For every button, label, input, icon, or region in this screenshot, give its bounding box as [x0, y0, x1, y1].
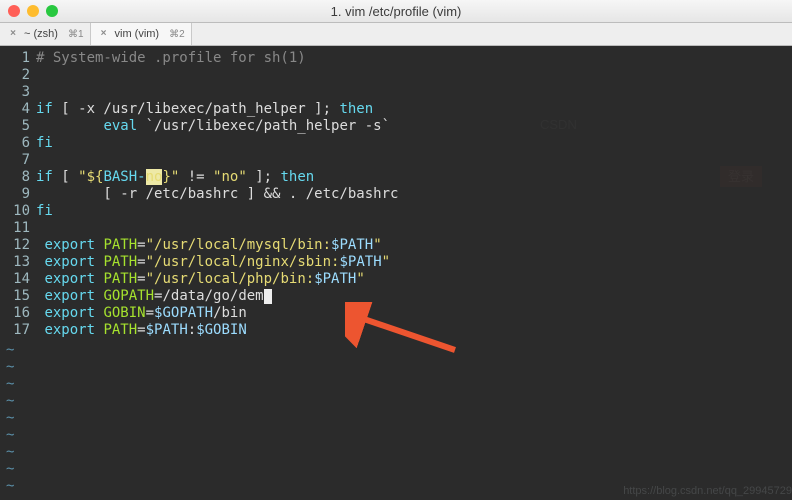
code-text: export PATH="/usr/local/mysql/bin:$PATH" — [36, 237, 382, 254]
empty-line-tilde: ~ — [0, 393, 36, 410]
tab-zsh[interactable]: × ~ (zsh) ⌘1 — [0, 23, 91, 45]
code-line: 17 export PATH=$PATH:$GOBIN — [0, 322, 398, 339]
empty-line-tilde: ~ — [0, 444, 36, 461]
code-line: 12 export PATH="/usr/local/mysql/bin:$PA… — [0, 237, 398, 254]
code-text: export GOPATH=/data/go/dem — [36, 288, 272, 305]
tab-label: ~ (zsh) — [24, 28, 58, 40]
empty-line-tilde: ~ — [0, 376, 36, 393]
code-line: 8if [ "${BASH-no}" != "no" ]; then — [0, 169, 398, 186]
tab-vim[interactable]: × vim (vim) ⌘2 — [91, 23, 192, 45]
close-icon[interactable] — [8, 5, 20, 17]
watermark: https://blog.csdn.net/qq_29945729 — [623, 483, 792, 500]
code-line: 10fi — [0, 203, 398, 220]
window-title: 1. vim /etc/profile (vim) — [0, 4, 792, 19]
empty-line-tilde: ~ — [0, 461, 36, 478]
line-number: 5 — [0, 118, 36, 135]
line-number: 6 — [0, 135, 36, 152]
close-icon[interactable]: × — [8, 29, 18, 39]
line-number: 4 — [0, 101, 36, 118]
empty-line-tilde: ~ — [0, 427, 36, 444]
line-number: 15 — [0, 288, 36, 305]
code-line: 1# System-wide .profile for sh(1) — [0, 50, 398, 67]
terminal-window: 1. vim /etc/profile (vim) × ~ (zsh) ⌘1 ×… — [0, 0, 792, 500]
empty-line-tilde: ~ — [0, 410, 36, 427]
empty-line-tilde: ~ — [0, 359, 36, 376]
line-number: 16 — [0, 305, 36, 322]
code-line: 9 [ -r /etc/bashrc ] && . /etc/bashrc — [0, 186, 398, 203]
code-text: [ -r /etc/bashrc ] && . /etc/bashrc — [36, 186, 398, 203]
empty-line-tilde: ~ — [0, 478, 36, 495]
line-number: 14 — [0, 271, 36, 288]
line-number: 12 — [0, 237, 36, 254]
code-line: 3 — [0, 84, 398, 101]
titlebar: 1. vim /etc/profile (vim) — [0, 0, 792, 23]
cursor — [264, 289, 272, 304]
line-number: 9 — [0, 186, 36, 203]
line-number: 13 — [0, 254, 36, 271]
line-number: 1 — [0, 50, 36, 67]
code-line: 7 — [0, 152, 398, 169]
code-text: if [ "${BASH-no}" != "no" ]; then — [36, 169, 314, 186]
code-text: eval `/usr/libexec/path_helper -s` — [36, 118, 390, 135]
code-line: 11 — [0, 220, 398, 237]
editor-viewport[interactable]: CSDN 登录 1# System-wide .profile for sh(1… — [0, 46, 792, 500]
close-icon[interactable]: × — [99, 29, 109, 39]
traffic-lights — [0, 5, 58, 17]
minimize-icon[interactable] — [27, 5, 39, 17]
code-line: 4if [ -x /usr/libexec/path_helper ]; the… — [0, 101, 398, 118]
code-text: export GOBIN=$GOPATH/bin — [36, 305, 247, 322]
code-text: # System-wide .profile for sh(1) — [36, 50, 306, 67]
code-line: 15 export GOPATH=/data/go/dem — [0, 288, 398, 305]
line-number: 11 — [0, 220, 36, 237]
code-line: 6fi — [0, 135, 398, 152]
code-text: export PATH="/usr/local/nginx/sbin:$PATH… — [36, 254, 390, 271]
tab-shortcut: ⌘1 — [68, 29, 84, 40]
code-content: 1# System-wide .profile for sh(1)234if [… — [0, 50, 398, 339]
line-number: 8 — [0, 169, 36, 186]
empty-line-indicators: ~~~~~~~~~ — [0, 342, 36, 495]
tab-bar: × ~ (zsh) ⌘1 × vim (vim) ⌘2 — [0, 23, 792, 46]
line-number: 7 — [0, 152, 36, 169]
code-text: export PATH="/usr/local/php/bin:$PATH" — [36, 271, 365, 288]
code-text: if [ -x /usr/libexec/path_helper ]; then — [36, 101, 373, 118]
code-line: 16 export GOBIN=$GOPATH/bin — [0, 305, 398, 322]
code-text: fi — [36, 203, 53, 220]
tab-label: vim (vim) — [115, 28, 160, 40]
line-number: 3 — [0, 84, 36, 101]
code-line: 13 export PATH="/usr/local/nginx/sbin:$P… — [0, 254, 398, 271]
tab-shortcut: ⌘2 — [169, 29, 185, 40]
line-number: 2 — [0, 67, 36, 84]
maximize-icon[interactable] — [46, 5, 58, 17]
line-number: 17 — [0, 322, 36, 339]
code-line: 5 eval `/usr/libexec/path_helper -s` — [0, 118, 398, 135]
code-line: 14 export PATH="/usr/local/php/bin:$PATH… — [0, 271, 398, 288]
empty-line-tilde: ~ — [0, 342, 36, 359]
line-number: 10 — [0, 203, 36, 220]
code-text: fi — [36, 135, 53, 152]
code-line: 2 — [0, 67, 398, 84]
code-text: export PATH=$PATH:$GOBIN — [36, 322, 247, 339]
